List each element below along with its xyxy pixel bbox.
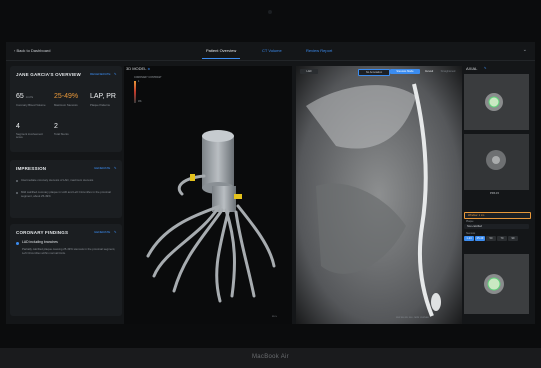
stat-plaque-patterns-value: LAP, PR (90, 93, 116, 100)
finding-item-text: Partially calcified plaque causing 25-49… (22, 247, 116, 255)
app-screen: ‹ Back to Dashboard Patient Overview CT … (6, 42, 535, 324)
findings-title: CORONARY FINDINGS (16, 230, 69, 235)
settings-icon: ⚙ (147, 67, 151, 71)
stat-segment-score-label: Segment involvement score (16, 132, 43, 140)
ct-curved-mpr-viewport[interactable]: LAD No Annotation Stenosis Mode Curved S… (296, 66, 462, 324)
stat-plaque-patterns-label: Plaque Patterns (90, 103, 110, 107)
chevron-down-icon[interactable]: ⌄ (523, 47, 527, 53)
camera (268, 10, 272, 14)
stat-max-stenosis-label: Maximum Stenosis (54, 103, 78, 107)
bullet-icon (16, 180, 18, 182)
viewport-footer: 3D ↻ (272, 316, 278, 318)
axial-title: AXIAL (466, 66, 478, 71)
finding-item-title[interactable]: LAD including branches (22, 240, 58, 245)
edit-icon[interactable]: ✎ (484, 66, 487, 70)
stenosis-mode-button[interactable]: Stenosis Mode (390, 69, 420, 74)
coronary-findings-card: CORONARY FINDINGS GENERATE ✎ LAD includi… (10, 224, 122, 316)
impression-item: Intermediate coronary stenosis of LAD, m… (21, 178, 94, 182)
impression-card: IMPRESSION GENERATE ✎ Intermediate coron… (10, 160, 122, 218)
axial-slice-2[interactable] (464, 134, 529, 190)
axial-slice-3[interactable] (464, 254, 529, 314)
heart-3d-render (146, 130, 276, 303)
stenosis-chip-3[interactable]: 50 (486, 236, 496, 241)
back-button[interactable]: ‹ Back to Dashboard (14, 48, 50, 53)
axial-panel: AXIAL ✎ PDS 15 Window: 1 cm Plaque Non-c… (464, 66, 535, 324)
generate-impression-button[interactable]: GENERATE (94, 166, 110, 170)
edit-icon[interactable]: ✎ (114, 72, 117, 76)
stenosis-chip-4[interactable]: 70 (497, 236, 507, 241)
regenerate-button[interactable]: REGENERATE (90, 72, 110, 76)
generate-findings-button[interactable]: GENERATE (94, 230, 110, 234)
stenosis-chip-1[interactable]: 1-24 (464, 236, 474, 241)
back-label: Back to Dashboard (16, 48, 51, 53)
stat-max-stenosis-value: 25-49% (54, 93, 79, 100)
overview-card: JANE GARCIA'S OVERVIEW REGENERATE ✎ 65 c… (10, 66, 122, 152)
curved-toggle[interactable]: Curved (422, 69, 436, 74)
stenosis-chip-2[interactable]: 25-49 (475, 236, 485, 241)
tab-review-report[interactable]: Review Report (306, 48, 332, 53)
bullet-icon (16, 192, 18, 194)
stat-total-stents-label: Total Stents (54, 132, 69, 136)
stat-total-stents-value: 2 (54, 123, 58, 130)
3d-model-viewport[interactable]: CORONARY CONTRAST 1 0% 3D ↻ (124, 66, 292, 324)
edit-icon[interactable]: ✎ (114, 166, 117, 170)
slice-label: PDS 15 (490, 192, 499, 195)
vessel-select[interactable]: LAD (300, 69, 318, 74)
overview-title: JANE GARCIA'S OVERVIEW (16, 72, 81, 77)
ct-footer: WW 800 WL 300 · MPR CURVED (396, 317, 430, 319)
stat-segment-score-value: 4 (16, 123, 20, 130)
plaque-select[interactable]: Non-calcified (464, 224, 529, 229)
selected-dot-icon (16, 242, 19, 245)
stat-blood-volume-value: 65 cm³/s (16, 93, 34, 100)
model-title: 3D MODEL ⚙ (126, 66, 151, 71)
top-bar: ‹ Back to Dashboard Patient Overview CT … (6, 42, 535, 61)
window-select[interactable]: Window: 1 cm (464, 212, 531, 219)
laptop-frame: ‹ Back to Dashboard Patient Overview CT … (0, 0, 541, 368)
device-label: MacBook Air (252, 354, 289, 360)
edit-icon[interactable]: ✎ (114, 230, 117, 234)
tab-ct-volume[interactable]: CT Volume (262, 48, 282, 53)
straightened-toggle[interactable]: Straightened (436, 69, 460, 74)
impression-title: IMPRESSION (16, 166, 47, 171)
ct-image (296, 66, 462, 324)
axial-slice-1[interactable] (464, 74, 529, 130)
stat-blood-volume-label: Coronary Blood Volume (16, 103, 46, 107)
tab-patient-overview[interactable]: Patient Overview (206, 48, 236, 53)
impression-item: Mild calcified coronary plaque in LAD an… (21, 190, 111, 198)
active-tab-indicator (202, 58, 240, 59)
no-annotation-button[interactable]: No Annotation (358, 69, 390, 76)
stenosis-chip-5[interactable]: 99 (508, 236, 518, 241)
